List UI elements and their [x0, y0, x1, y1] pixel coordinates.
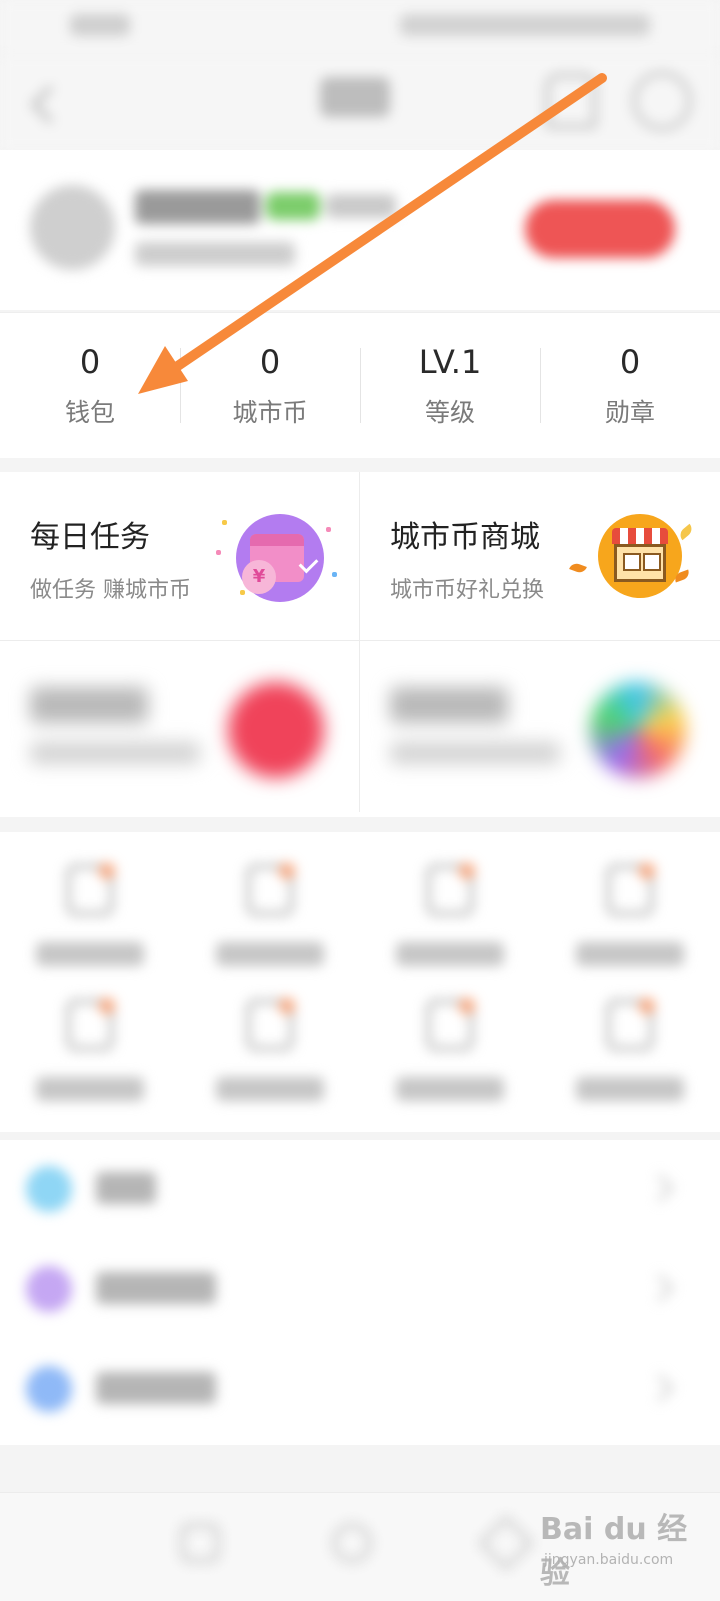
card-subtitle: 城市币好礼兑换 — [390, 578, 545, 603]
status-time — [70, 14, 130, 36]
clipboard-icon — [246, 998, 295, 1051]
back-button-icon[interactable] — [477, 1514, 535, 1572]
chevron-right-icon — [645, 1273, 675, 1303]
bag-icon — [606, 998, 655, 1051]
daily-task-card[interactable]: 每日任务 做任务 赚城市币 ¥ — [0, 472, 359, 640]
wheel-icon — [590, 682, 686, 778]
document-icon — [606, 863, 655, 916]
leaf-icon — [569, 561, 587, 575]
stat-value: LV.1 — [418, 343, 482, 381]
grid-item[interactable] — [360, 842, 540, 982]
sign-in-button[interactable] — [525, 200, 675, 258]
divider — [0, 640, 720, 641]
stat-value: 0 — [259, 343, 281, 381]
stat-level[interactable]: LV.1 等级 — [360, 313, 540, 458]
grid-item[interactable] — [540, 842, 720, 982]
watermark: Bai du 经验 jingyan.baidu.com — [540, 1494, 710, 1591]
stat-value: 0 — [619, 343, 641, 381]
function-grid — [0, 832, 720, 1132]
grid-item[interactable] — [0, 842, 180, 982]
grid-item[interactable] — [180, 842, 360, 982]
confetti-icon — [216, 550, 221, 555]
stats-row: 0 钱包 0 城市币 LV.1 等级 0 勋章 — [0, 312, 720, 458]
level-badge — [266, 192, 320, 220]
settings-item-icon — [26, 1166, 72, 1212]
blurred-card-right[interactable] — [360, 642, 719, 810]
grid-item[interactable] — [180, 977, 360, 1117]
card-title: 每日任务 — [30, 520, 150, 555]
shop-icon — [598, 514, 682, 598]
stat-label: 等级 — [424, 398, 475, 427]
feature-cards: 每日任务 做任务 赚城市币 ¥ 城市币商城 城市币好礼兑换 — [0, 472, 720, 817]
grid-item[interactable] — [360, 977, 540, 1117]
avatar[interactable] — [30, 185, 115, 270]
settings-item-icon — [26, 1266, 72, 1312]
card-subtitle: 做任务 赚城市币 — [30, 578, 191, 603]
box-icon — [66, 998, 115, 1051]
chevron-right-icon — [645, 1373, 675, 1403]
settings-item-icon — [26, 1366, 72, 1412]
calendar-coin-icon: ¥ — [236, 514, 324, 602]
top-nav-bar — [0, 55, 720, 150]
status-icons — [400, 14, 650, 36]
watermark-brand: Bai du 经验 — [540, 1512, 688, 1591]
home-button-icon[interactable] — [332, 1523, 372, 1563]
list-item[interactable] — [0, 1140, 720, 1240]
stat-medals[interactable]: 0 勋章 — [540, 313, 720, 458]
clock-icon — [426, 998, 475, 1051]
edit-icon — [426, 863, 475, 916]
confetti-icon — [222, 520, 227, 525]
card-title: 城市币商城 — [390, 520, 540, 555]
page-title — [320, 77, 390, 117]
settings-list — [0, 1140, 720, 1445]
blurred-card-left[interactable] — [0, 642, 359, 810]
watermark-url: jingyan.baidu.com — [544, 1552, 674, 1568]
user-description — [135, 242, 295, 266]
list-item[interactable] — [0, 1340, 720, 1440]
stat-label: 勋章 — [604, 398, 655, 427]
stat-city-coin[interactable]: 0 城市币 — [180, 313, 360, 458]
coin-mall-card[interactable]: 城市币商城 城市币好礼兑换 — [360, 472, 719, 640]
stat-value: 0 — [79, 343, 101, 381]
username — [135, 190, 260, 224]
stat-wallet[interactable]: 0 钱包 — [0, 313, 180, 458]
confetti-icon — [332, 572, 337, 577]
profile-header — [0, 150, 720, 310]
grid-item[interactable] — [0, 977, 180, 1117]
stat-label: 城市币 — [232, 398, 308, 427]
chat-icon — [246, 863, 295, 916]
settings-icon[interactable] — [632, 71, 692, 131]
gift-icon — [228, 682, 324, 778]
user-tag — [326, 194, 396, 218]
message-icon[interactable] — [545, 73, 597, 129]
confetti-icon — [240, 590, 245, 595]
confetti-icon — [326, 527, 331, 532]
list-item[interactable] — [0, 1240, 720, 1340]
home-icon — [66, 863, 115, 916]
stat-label: 钱包 — [64, 398, 115, 427]
chevron-right-icon — [645, 1173, 675, 1203]
recent-apps-icon[interactable] — [180, 1523, 220, 1563]
back-icon[interactable] — [30, 85, 69, 124]
grid-item[interactable] — [540, 977, 720, 1117]
status-bar — [0, 0, 720, 55]
leaf-icon — [677, 523, 695, 541]
